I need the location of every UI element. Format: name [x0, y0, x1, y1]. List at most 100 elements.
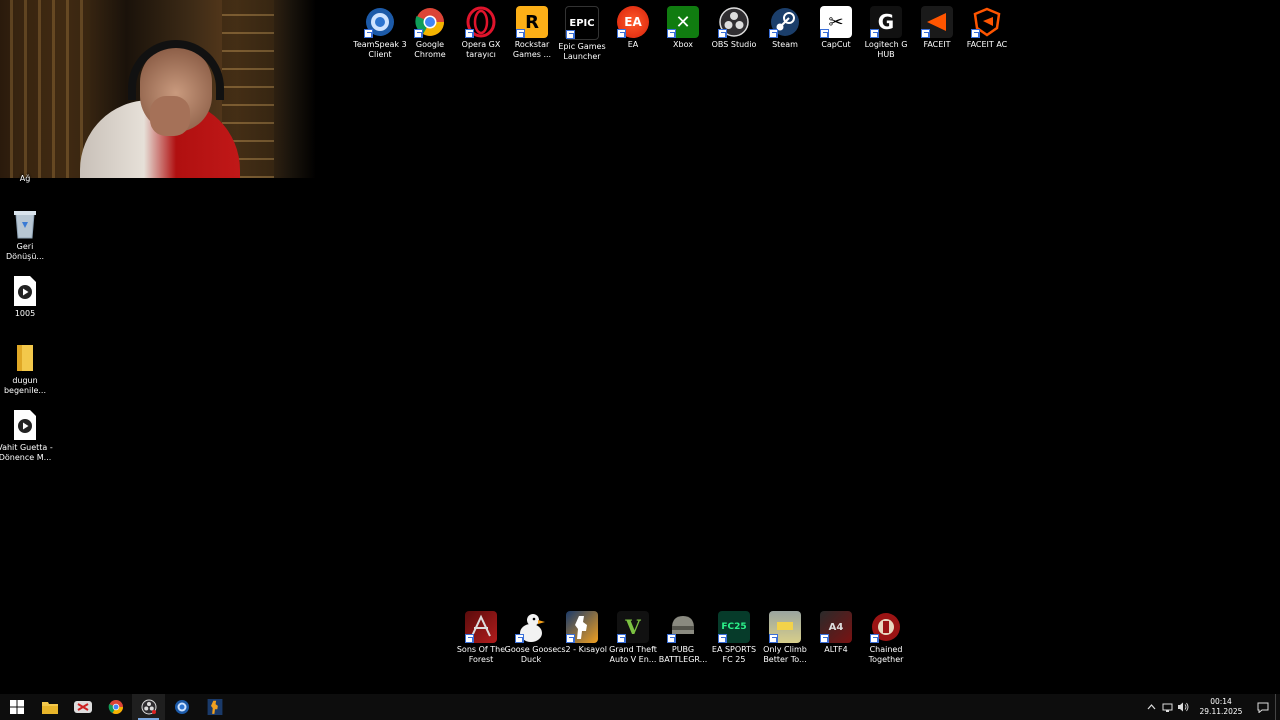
faceit-icon	[921, 6, 953, 38]
desktop-icon-ea-fc25[interactable]: FC25 EA SPORTS FC 25	[709, 611, 759, 665]
desktop-icon-goose-goose-duck[interactable]: Goose Goose Duck	[504, 611, 558, 665]
desktop-icon-gta-v[interactable]: V Grand Theft Auto V En...	[608, 611, 658, 665]
chained-together-icon	[870, 611, 902, 643]
desktop-icon-only-climb[interactable]: Only Climb Better To...	[760, 611, 810, 665]
desktop-icon-1005[interactable]: 1005	[0, 275, 50, 319]
desktop-icon-label: FACEIT AC	[966, 40, 1008, 49]
chevron-up-icon[interactable]	[1143, 694, 1159, 720]
system-tray: 00:14 29.11.2025	[1143, 694, 1280, 720]
ea-icon: EA	[617, 6, 649, 38]
desktop-icon-label: Epic Games Launcher	[558, 42, 606, 61]
volume-icon[interactable]	[1175, 694, 1191, 720]
desktop-icon-opera-gx[interactable]: Opera GX tarayıcı	[456, 6, 506, 60]
desktop-icon-teamspeak[interactable]: TeamSpeak 3 Client	[353, 6, 407, 60]
desktop[interactable]: TeamSpeak 3 Client Google Chrome Opera G…	[0, 0, 1280, 694]
taskbar: 00:14 29.11.2025	[0, 694, 1280, 720]
desktop-icon-obs[interactable]: OBS Studio	[709, 6, 759, 50]
teamspeak-taskbar-icon	[174, 700, 189, 714]
desktop-icon-faceit-ac[interactable]: FACEIT AC	[962, 6, 1012, 50]
teamspeak-icon	[364, 6, 396, 38]
desktop-icon-label: PUBG BATTLEGR...	[658, 645, 708, 664]
desktop-icon-pubg[interactable]: PUBG BATTLEGR...	[658, 611, 708, 665]
clock-time: 00:14	[1210, 697, 1232, 706]
webcam-wardrobe-left	[10, 0, 90, 178]
sons-of-the-forest-icon	[465, 611, 497, 643]
desktop-icon-label: Only Climb Better To...	[763, 645, 807, 664]
desktop-icon-xbox[interactable]: ✕ Xbox	[658, 6, 708, 50]
desktop-icon-label: Logitech G HUB	[864, 40, 908, 59]
start-button[interactable]	[0, 694, 33, 720]
ea-fc25-icon: FC25	[718, 611, 750, 643]
desktop-icon-label: Opera GX tarayıcı	[461, 40, 501, 59]
taskbar-file-explorer[interactable]	[33, 694, 66, 720]
obs-icon	[718, 6, 750, 38]
epic-glyph: EPIC	[569, 17, 595, 29]
desktop-icon-label: ALTF4	[824, 645, 848, 654]
taskbar-chrome[interactable]	[99, 694, 132, 720]
notification-icon[interactable]	[1251, 694, 1275, 720]
chrome-icon	[414, 6, 446, 38]
desktop-icon-network[interactable]: Ağ	[0, 164, 50, 184]
desktop-icon-rockstar[interactable]: R Rockstar Games ...	[507, 6, 557, 60]
file-explorer-icon	[41, 702, 58, 714]
gta-glyph: V	[625, 615, 641, 639]
capcut-taskbar-icon	[73, 701, 92, 713]
steam-icon	[769, 6, 801, 38]
fc25-glyph: FC25	[721, 622, 747, 632]
desktop-icon-label: Steam	[772, 40, 798, 49]
desktop-icon-label: dugun begenile...	[3, 376, 47, 395]
opera-gx-icon	[465, 6, 497, 38]
xbox-glyph: ✕	[675, 11, 691, 33]
desktop-icon-label: Vahit Guetta - Dönence M...	[0, 443, 53, 462]
desktop-icon-faceit[interactable]: FACEIT	[912, 6, 962, 50]
desktop-icon-label: Rockstar Games ...	[512, 40, 552, 59]
desktop-icon-chained-together[interactable]: Chained Together	[861, 611, 911, 665]
desktop-icon-chrome[interactable]: Google Chrome	[405, 6, 455, 60]
only-climb-icon	[769, 611, 801, 643]
pubg-icon	[667, 611, 699, 643]
xbox-icon: ✕	[667, 6, 699, 38]
goose-goose-duck-icon	[515, 611, 547, 643]
network-icon[interactable]	[1159, 694, 1175, 720]
logitech-glyph: G	[877, 10, 895, 34]
desktop-icon-recycle-bin[interactable]: Geri Dönüşü...	[0, 208, 50, 262]
capcut-glyph: ✂	[828, 11, 844, 33]
desktop-icon-label: Chained Together	[868, 645, 904, 664]
show-desktop-button[interactable]	[1275, 694, 1280, 720]
desktop-icon-label: 1005	[14, 309, 36, 318]
ea-glyph: EA	[624, 15, 642, 29]
taskbar-obs[interactable]	[132, 694, 165, 720]
rockstar-glyph: R	[525, 11, 539, 33]
desktop-icon-label: Grand Theft Auto V En...	[609, 645, 657, 664]
video-file-icon	[9, 275, 41, 307]
desktop-icon-dugun-folder[interactable]: dugun begenile...	[0, 342, 50, 396]
altf4-icon: A4	[820, 611, 852, 643]
desktop-icon-logitech[interactable]: G Logitech G HUB	[861, 6, 911, 60]
taskbar-clock[interactable]: 00:14 29.11.2025	[1195, 697, 1247, 717]
desktop-icon-label: TeamSpeak 3 Client	[353, 40, 407, 59]
desktop-icon-epic-games[interactable]: EPIC Epic Games Launcher	[557, 6, 607, 62]
desktop-icon-label: OBS Studio	[711, 40, 757, 49]
desktop-icon-altf4[interactable]: A4 ALTF4	[811, 611, 861, 655]
desktop-icon-label: Goose Goose Duck	[504, 645, 558, 664]
desktop-icon-label: Xbox	[673, 40, 693, 49]
desktop-icon-label: Sons Of The Forest	[456, 645, 506, 664]
obs-taskbar-icon	[141, 699, 156, 715]
desktop-icon-steam[interactable]: Steam	[760, 6, 810, 50]
taskbar-cs2[interactable]	[198, 694, 231, 720]
desktop-icon-ea[interactable]: EA EA	[608, 6, 658, 50]
rockstar-icon: R	[516, 6, 548, 38]
start-icon	[9, 700, 24, 714]
desktop-icon-cs2[interactable]: cs2 - Kısayol	[557, 611, 607, 655]
desktop-icon-sons-of-the-forest[interactable]: Sons Of The Forest	[456, 611, 506, 665]
taskbar-capcut[interactable]	[66, 694, 99, 720]
desktop-icon-vahit-guetta[interactable]: Vahit Guetta - Dönence M...	[0, 409, 53, 463]
folder-icon	[9, 342, 41, 374]
webcam-hand	[150, 96, 190, 136]
desktop-icon-label: Geri Dönüşü...	[5, 242, 45, 261]
desktop-icon-label: CapCut	[821, 40, 851, 49]
taskbar-teamspeak[interactable]	[165, 694, 198, 720]
desktop-icon-capcut[interactable]: ✂ CapCut	[811, 6, 861, 50]
cs2-icon	[566, 611, 598, 643]
desktop-icon-label: EA	[627, 40, 639, 49]
